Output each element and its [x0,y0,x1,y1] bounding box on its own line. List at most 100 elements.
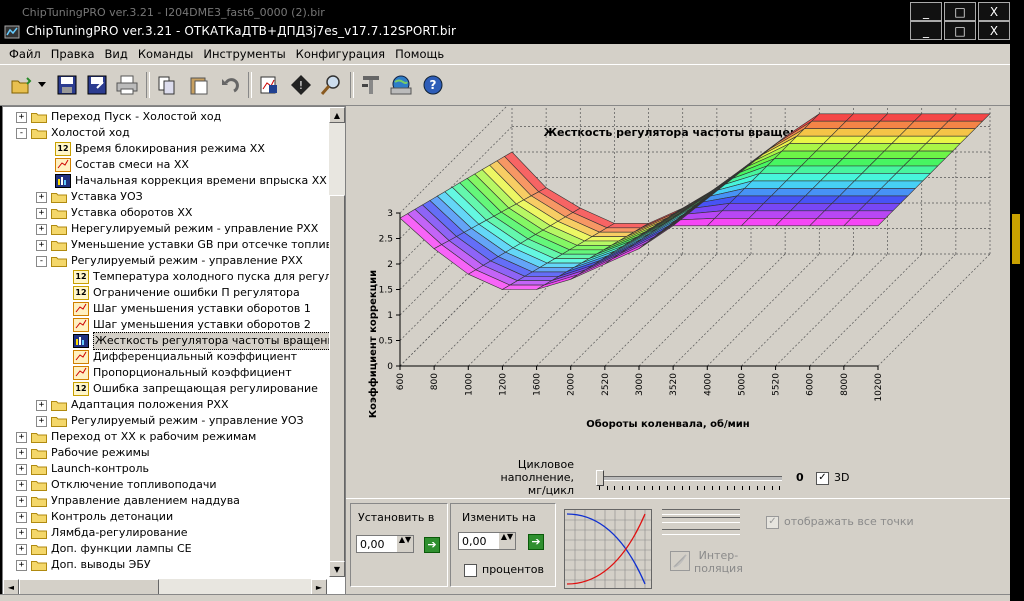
tree-item[interactable]: + Нерегулируемый режим - управление РХХ [36,221,318,237]
slider-tick [666,486,668,490]
maximize-button[interactable]: □ [944,21,976,40]
slider-tick [771,486,773,490]
info-icon[interactable]: ! [288,72,314,98]
tree-item[interactable]: Шаг уменьшения уставки оборотов 1 [73,301,311,317]
tree-item[interactable]: Шаг уменьшения уставки оборотов 2 [73,317,311,333]
expand-icon[interactable]: + [36,223,47,235]
tree-item[interactable]: + Переход от ХХ к рабочим режимам [16,429,256,445]
expand-icon[interactable]: + [36,191,47,203]
change-spinner-icon[interactable]: ▲▼ [499,533,515,549]
expand-icon[interactable]: + [16,511,27,523]
scroll-thumb[interactable] [329,195,345,563]
tree-item[interactable]: Дифференциальный коэффициент [73,349,297,365]
collapse-icon[interactable]: - [16,127,27,139]
expand-icon[interactable]: + [36,207,47,219]
network-icon[interactable] [388,72,414,98]
zoom-icon[interactable] [318,72,344,98]
minimize-button[interactable]: _ [910,21,942,40]
tree-item[interactable]: + Управление давлением наддува [16,493,240,509]
show-all-points-checkbox[interactable]: ✓ [766,516,779,529]
tree-item[interactable]: - Холостой ход [16,125,130,141]
expand-icon[interactable]: + [16,479,27,491]
set-value-input[interactable]: 0,00 ▲▼ [356,535,414,553]
percent-checkbox[interactable] [464,564,477,577]
tree-item[interactable]: + Контроль детонации [16,509,173,525]
tree-item[interactable]: + Доп. выводы ЭБУ [16,557,151,573]
help-icon[interactable]: ? [420,72,446,98]
tree-item[interactable]: 12 Ограничение ошибки П регулятора [73,285,300,301]
save-as-icon[interactable] [84,72,110,98]
tree-item[interactable]: - Регулируемый режим - управление РХХ [36,253,303,269]
expand-icon[interactable]: + [16,527,27,539]
tree-vertical-scrollbar[interactable]: ▲ ▼ [329,107,345,577]
fill-slider[interactable] [596,470,782,492]
tree-item[interactable]: 12 Ошибка запрещающая регулирование [73,381,318,397]
chk-3d[interactable]: ✓ [816,472,829,485]
menu-view[interactable]: Вид [100,47,133,61]
tree-item[interactable]: Жесткость регулятора частоты вращения [73,332,344,350]
tree-item[interactable]: 12 Температура холодного пуска для регули… [73,269,345,285]
compare-icon[interactable] [256,72,282,98]
print-icon[interactable] [114,72,140,98]
copy-icon[interactable] [154,72,180,98]
set-spinner-icon[interactable]: ▲▼ [397,536,413,552]
expand-icon[interactable]: + [16,111,27,123]
scroll-left-icon[interactable]: ◄ [3,579,19,595]
undo-icon[interactable] [216,72,242,98]
expand-icon[interactable]: + [16,463,27,475]
menu-edit[interactable]: Правка [46,47,100,61]
tree-item[interactable]: Пропорциональный коэффициент [73,365,292,381]
tree-item[interactable]: + Доп. функции лампы СЕ [16,541,192,557]
expand-icon[interactable]: + [36,239,47,251]
paste-icon[interactable] [186,72,212,98]
tree-item[interactable]: + Регулируемый режим - управление УОЗ [36,413,304,429]
tree-item[interactable]: 12 Время блокирования режима ХХ [55,141,265,157]
open-icon[interactable] [8,72,34,98]
menu-file[interactable]: Файл [4,47,46,61]
tools-icon[interactable] [358,72,384,98]
collapse-icon[interactable]: - [36,255,47,267]
interp-slider-2[interactable] [662,517,740,523]
menu-tools[interactable]: Инструменты [198,47,290,61]
open-dropdown-icon[interactable] [36,72,48,98]
expand-icon[interactable]: + [16,431,27,443]
tree-item[interactable]: Состав смеси на ХХ [55,157,189,173]
change-apply-button[interactable]: ➔ [528,534,544,550]
hscroll-thumb[interactable] [19,579,159,595]
tree-view[interactable]: + Переход Пуск - Холостой ход - Холостой хо… [2,106,346,596]
surface-chart[interactable]: Жесткость регулятора частоты вращения 00… [346,106,1010,498]
expand-icon[interactable]: + [36,415,47,427]
expand-icon[interactable]: + [16,543,27,555]
scroll-up-icon[interactable]: ▲ [329,107,345,123]
tree-item[interactable]: + Уменьшение уставки GB при отсечке топли… [36,237,339,253]
tree-item[interactable]: + Лямбда-регулирование [16,525,188,541]
tree-item[interactable]: + Уставка УОЗ [36,189,143,205]
menu-help[interactable]: Помощь [390,47,449,61]
menu-commands[interactable]: Команды [133,47,198,61]
expand-icon[interactable]: + [36,399,47,411]
scroll-right-icon[interactable]: ► [311,579,327,595]
tree-item[interactable]: + Уставка оборотов ХХ [36,205,192,221]
close-button[interactable]: X [978,21,1010,40]
save-icon[interactable] [54,72,80,98]
interp-slider-3[interactable] [662,529,740,535]
interp-slider-1[interactable] [662,509,740,515]
interpolation-button[interactable] [670,551,690,571]
change-value-input[interactable]: 0,00 ▲▼ [458,532,516,550]
slider-thumb[interactable] [596,470,604,486]
tree-horizontal-scrollbar[interactable]: ◄ ► [3,579,327,595]
expand-icon[interactable]: + [16,447,27,459]
scroll-down-icon[interactable]: ▼ [329,561,345,577]
tree-item[interactable]: + Рабочие режимы [16,445,150,461]
curve-preview[interactable] [564,509,652,589]
surface-patch [932,128,976,137]
tree-item[interactable]: + Адаптация положения РХХ [36,397,228,413]
tree-item[interactable]: + Переход Пуск - Холостой ход [16,109,221,125]
tree-item[interactable]: + Отключение топливоподачи [16,477,217,493]
set-apply-button[interactable]: ➔ [424,537,440,553]
tree-item[interactable]: Начальная коррекция времени впрыска ХХ [55,173,327,189]
tree-item[interactable]: + Launch-контроль [16,461,149,477]
expand-icon[interactable]: + [16,559,27,571]
menu-configuration[interactable]: Конфигурация [291,47,390,61]
expand-icon[interactable]: + [16,495,27,507]
